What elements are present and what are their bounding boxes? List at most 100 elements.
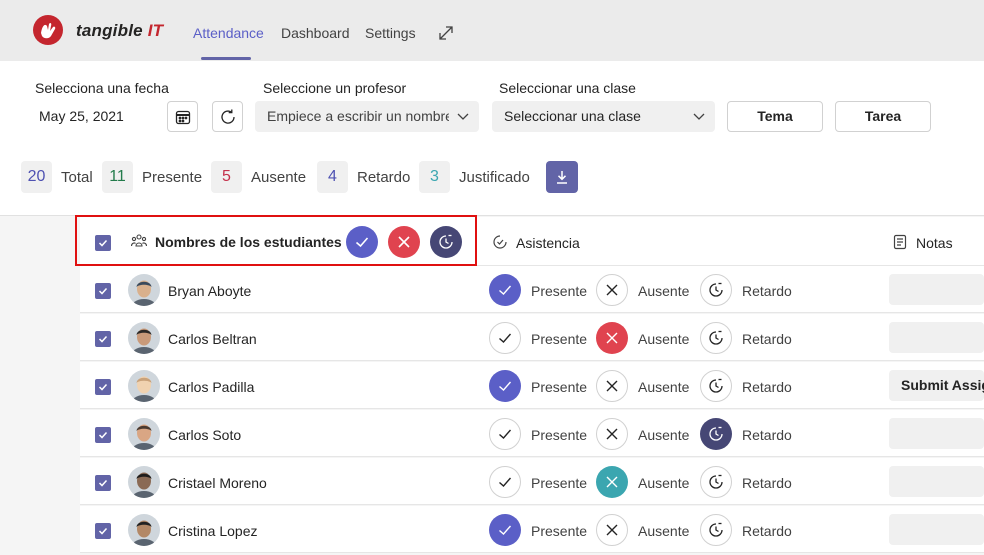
absent-label: Ausente (638, 283, 690, 299)
present-option[interactable] (489, 418, 521, 450)
download-icon (557, 171, 567, 184)
late-option[interactable] (700, 370, 732, 402)
avatar (128, 322, 160, 354)
class-select-value: Seleccionar una clase (504, 108, 641, 124)
student-photo (128, 514, 160, 546)
date-input[interactable]: May 25, 2021 (39, 108, 124, 124)
notes-input[interactable] (889, 418, 984, 449)
close-icon (606, 524, 618, 536)
row-checkbox[interactable] (95, 283, 111, 299)
present-option[interactable] (489, 322, 521, 354)
check-icon (499, 525, 512, 535)
clock-icon (709, 474, 723, 489)
clock-icon (709, 282, 723, 297)
student-name: Cristael Moreno (168, 475, 267, 491)
late-option[interactable] (700, 514, 732, 546)
teacher-placeholder: Empiece a escribir un nombre (267, 108, 449, 124)
student-name: Bryan Aboyte (168, 283, 252, 299)
stat-absent-count: 5 (211, 161, 242, 193)
absent-option[interactable] (596, 370, 628, 402)
stat-late-label: Retardo (357, 169, 411, 186)
date-label: Selecciona una fecha (35, 80, 169, 96)
present-label: Presente (531, 379, 588, 395)
chevron-down-icon (457, 113, 469, 120)
task-button[interactable]: Tarea (835, 101, 931, 132)
present-label: Presente (531, 475, 588, 491)
check-icon (98, 383, 108, 391)
student-name: Cristina Lopez (168, 523, 258, 539)
notes-input[interactable] (889, 322, 984, 353)
absent-label: Ausente (638, 523, 690, 539)
attendance-column-header: Asistencia (516, 235, 580, 251)
present-option[interactable] (489, 514, 521, 546)
late-option[interactable] (700, 322, 732, 354)
chevron-down-icon (693, 113, 705, 120)
clock-icon (709, 330, 723, 345)
row-checkbox[interactable] (95, 523, 111, 539)
student-photo (128, 370, 160, 402)
row-checkbox[interactable] (95, 379, 111, 395)
notes-input[interactable]: Submit Assignment (889, 370, 984, 401)
row-checkbox[interactable] (95, 427, 111, 443)
avatar (128, 418, 160, 450)
late-option[interactable] (700, 418, 732, 450)
close-icon (606, 428, 618, 440)
close-icon (606, 380, 618, 392)
notes-input[interactable] (889, 514, 984, 545)
present-option[interactable] (489, 466, 521, 498)
absent-option[interactable] (596, 418, 628, 450)
student-photo (128, 466, 160, 498)
download-button[interactable] (546, 161, 578, 193)
late-label: Retardo (742, 523, 792, 539)
absent-option[interactable] (596, 274, 628, 306)
calendar-button[interactable] (167, 101, 198, 132)
avatar (128, 514, 160, 546)
student-name: Carlos Padilla (168, 379, 255, 395)
absent-option[interactable] (596, 322, 628, 354)
tab-settings[interactable]: Settings (365, 25, 416, 41)
avatar (128, 370, 160, 402)
close-icon (606, 284, 618, 296)
avatar (128, 466, 160, 498)
stat-present-label: Presente (142, 169, 203, 186)
refresh-button[interactable] (212, 101, 243, 132)
row-checkbox[interactable] (95, 331, 111, 347)
check-icon (98, 431, 108, 439)
tab-dashboard[interactable]: Dashboard (281, 25, 350, 41)
topic-button[interactable]: Tema (727, 101, 823, 132)
absent-option[interactable] (596, 514, 628, 546)
notes-input[interactable] (889, 274, 984, 305)
stat-total-label: Total (61, 169, 93, 186)
notes-icon (893, 234, 907, 250)
student-photo (128, 274, 160, 306)
check-icon (499, 477, 512, 487)
late-label: Retardo (742, 283, 792, 299)
stat-total-count: 20 (21, 161, 52, 193)
notes-column-header: Notas (916, 235, 953, 251)
tab-attendance[interactable]: Attendance (193, 25, 264, 41)
row-checkbox[interactable] (95, 475, 111, 491)
teacher-search-input[interactable]: Empiece a escribir un nombre (255, 101, 479, 132)
late-label: Retardo (742, 379, 792, 395)
check-icon (98, 527, 108, 535)
close-icon (606, 332, 618, 344)
attendance-icon (493, 235, 507, 249)
check-icon (499, 285, 512, 295)
present-option[interactable] (489, 274, 521, 306)
brand-suffix: IT (147, 21, 164, 40)
absent-option[interactable] (596, 466, 628, 498)
stat-present-count: 11 (102, 161, 133, 193)
notes-input[interactable] (889, 466, 984, 497)
late-option[interactable] (700, 274, 732, 306)
clock-icon (709, 522, 723, 537)
avatar (128, 274, 160, 306)
check-icon (499, 429, 512, 439)
check-icon (98, 335, 108, 343)
present-option[interactable] (489, 370, 521, 402)
expand-icon[interactable] (437, 24, 455, 42)
class-select[interactable]: Seleccionar una clase (492, 101, 715, 132)
class-label: Seleccionar una clase (499, 80, 636, 96)
calendar-icon (175, 110, 190, 124)
late-option[interactable] (700, 466, 732, 498)
check-icon (98, 287, 108, 295)
